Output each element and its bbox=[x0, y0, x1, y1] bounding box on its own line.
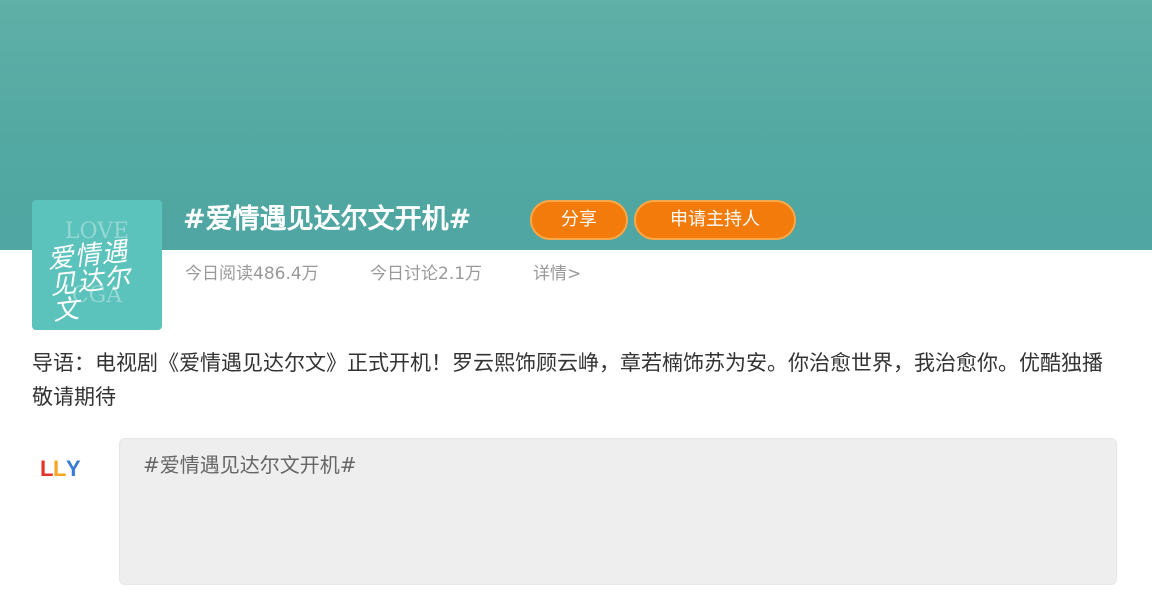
today-discussions-label: 今日讨论 bbox=[370, 264, 438, 284]
composer-text[interactable]: #爱情遇见达尔文开机# bbox=[143, 451, 357, 479]
today-discussions: 今日讨论2.1万 bbox=[370, 262, 482, 286]
details-link[interactable]: 详情> bbox=[533, 262, 581, 286]
apply-host-button[interactable]: 申请主持人 bbox=[634, 200, 796, 240]
poster-logo-letter-3: Y bbox=[66, 456, 81, 481]
topic-page: LOVE CGA 爱情遇见达尔文 #爱情遇见达尔文开机# 分享 申请主持人 今日… bbox=[0, 0, 1152, 598]
today-reads: 今日阅读486.4万 bbox=[185, 262, 319, 286]
today-reads-label: 今日阅读 bbox=[185, 264, 253, 284]
post-composer[interactable]: #爱情遇见达尔文开机# bbox=[119, 438, 1117, 585]
topic-title: #爱情遇见达尔文开机# bbox=[183, 204, 472, 235]
today-reads-value: 486.4万 bbox=[253, 264, 319, 284]
today-discussions-value: 2.1万 bbox=[438, 264, 483, 284]
poster-logo-letter-1: L bbox=[40, 456, 53, 481]
topic-intro: 导语：电视剧《爱情遇见达尔文》正式开机！罗云熙饰顾云峥，章若楠饰苏为安。你治愈世… bbox=[32, 351, 1103, 409]
poster-logo: L L Y bbox=[40, 456, 81, 481]
poster-logo-letter-2: L bbox=[53, 456, 66, 481]
avatar-script-logo: 爱情遇见达尔文 bbox=[45, 236, 133, 328]
share-button[interactable]: 分享 bbox=[530, 200, 628, 240]
topic-avatar[interactable]: LOVE CGA 爱情遇见达尔文 bbox=[32, 200, 162, 330]
